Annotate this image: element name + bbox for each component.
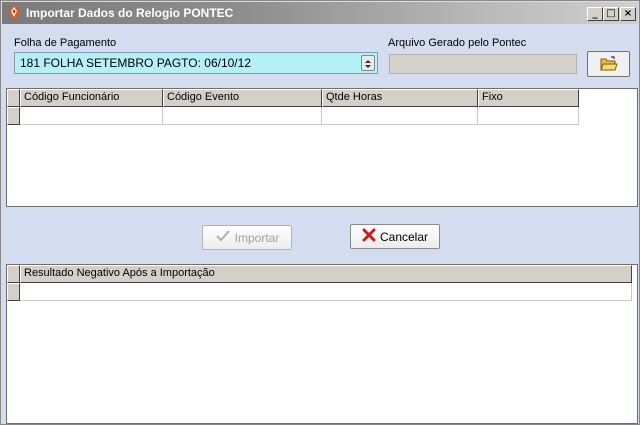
file-path-field[interactable] xyxy=(389,54,577,74)
table-cell[interactable] xyxy=(322,107,478,125)
column-header-negative-result[interactable]: Resultado Negativo Após a Importação xyxy=(20,265,632,283)
x-icon xyxy=(362,228,376,245)
maximize-button[interactable]: □ xyxy=(603,7,619,21)
table-row[interactable] xyxy=(7,107,579,125)
import-data-grid[interactable]: Código Funcionário Código Evento Qtde Ho… xyxy=(6,88,638,207)
minimize-button[interactable]: _ xyxy=(587,7,603,21)
row-indicator-header xyxy=(7,265,20,283)
title-bar[interactable]: Importar Dados do Relogio PONTEC _ □ × xyxy=(2,2,638,24)
import-dialog-window: Importar Dados do Relogio PONTEC _ □ × F… xyxy=(0,0,640,425)
row-indicator-header xyxy=(7,89,20,107)
table-cell[interactable] xyxy=(478,107,579,125)
table-cell[interactable] xyxy=(20,107,163,125)
import-button-label: Importar xyxy=(234,230,280,245)
table-cell[interactable] xyxy=(20,283,632,301)
checkmark-icon xyxy=(215,229,231,246)
row-indicator[interactable] xyxy=(7,107,20,125)
table-cell[interactable] xyxy=(163,107,322,125)
row-indicator[interactable] xyxy=(7,283,20,301)
spinner-arrows-icon[interactable] xyxy=(361,55,375,71)
column-header-event-code[interactable]: Código Evento xyxy=(163,89,322,107)
form-header: Folha de Pagamento Arquivo Gerado pelo P… xyxy=(2,24,638,88)
open-file-button[interactable] xyxy=(587,51,630,77)
close-button[interactable]: × xyxy=(620,7,636,21)
column-header-hours[interactable]: Qtde Horas xyxy=(322,89,478,107)
result-grid[interactable]: Resultado Negativo Após a Importação xyxy=(6,264,638,424)
file-label: Arquivo Gerado pelo Pontec xyxy=(388,37,527,49)
column-header-employee-code[interactable]: Código Funcionário xyxy=(20,89,163,107)
open-folder-icon xyxy=(600,56,618,75)
table-row[interactable] xyxy=(7,283,632,301)
payroll-select-value: 181 FOLHA SETEMBRO PAGTO: 06/10/12 xyxy=(20,56,251,70)
import-button[interactable]: Importar xyxy=(202,225,292,250)
result-grid-header: Resultado Negativo Após a Importação xyxy=(7,265,632,283)
column-header-fixed[interactable]: Fixo xyxy=(478,89,579,107)
payroll-select[interactable]: 181 FOLHA SETEMBRO PAGTO: 06/10/12 xyxy=(14,52,378,74)
cancel-button-label: Cancelar xyxy=(379,229,429,244)
window-title: Importar Dados do Relogio PONTEC xyxy=(26,6,234,20)
payroll-label: Folha de Pagamento xyxy=(14,37,117,49)
import-grid-header: Código Funcionário Código Evento Qtde Ho… xyxy=(7,89,579,107)
app-logo-icon xyxy=(7,5,21,21)
cancel-button[interactable]: Cancelar xyxy=(350,224,440,249)
